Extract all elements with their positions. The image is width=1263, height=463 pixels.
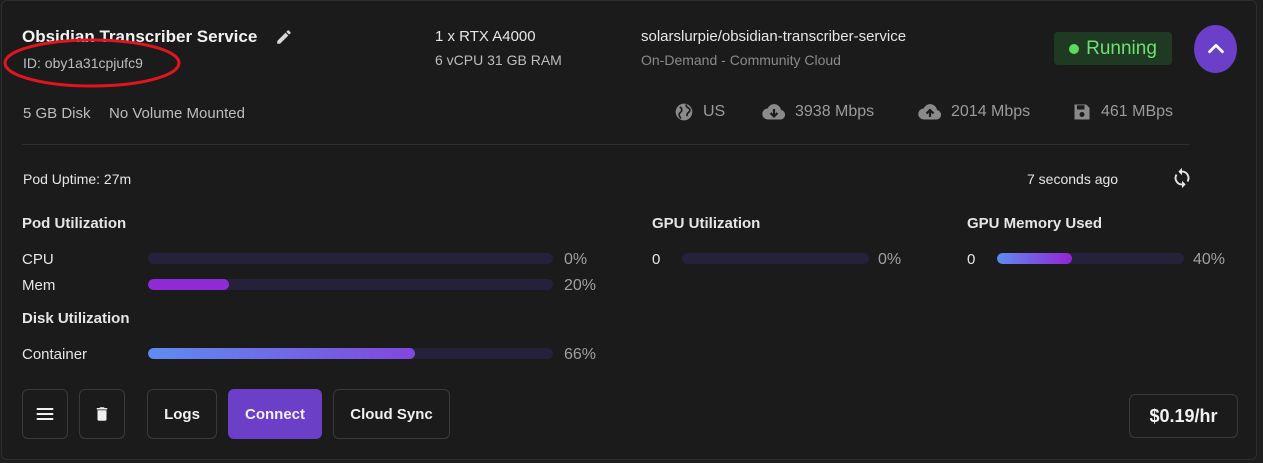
cloud-type: On-Demand - Community Cloud bbox=[641, 52, 841, 68]
pencil-icon[interactable] bbox=[275, 28, 293, 46]
cpu-label: CPU bbox=[22, 251, 54, 268]
annotation-ellipse bbox=[3, 38, 181, 88]
logs-button[interactable]: Logs bbox=[147, 389, 217, 439]
menu-icon bbox=[36, 408, 54, 420]
pod-card: Obsidian Transcriber Service ID: oby1a31… bbox=[1, 0, 1257, 460]
gpu-memory-heading: GPU Memory Used bbox=[967, 215, 1103, 232]
pod-utilization-heading: Pod Utilization bbox=[22, 215, 127, 232]
divider bbox=[22, 144, 1189, 145]
region-stat: US bbox=[674, 102, 725, 122]
upload-value: 2014 Mbps bbox=[951, 103, 1031, 120]
mem-percent: 20% bbox=[564, 277, 597, 294]
volume-status: No Volume Mounted bbox=[109, 105, 245, 122]
trash-icon bbox=[96, 407, 108, 421]
save-disk-icon bbox=[1074, 104, 1090, 120]
mem-label: Mem bbox=[22, 277, 56, 294]
cpu-bar bbox=[148, 253, 553, 264]
gpu-utilization-percent: 0% bbox=[878, 251, 902, 268]
disk-speed-value: 461 MBps bbox=[1101, 103, 1174, 120]
connect-button[interactable]: Connect bbox=[228, 389, 322, 439]
mem-bar bbox=[148, 279, 553, 290]
delete-button[interactable] bbox=[79, 389, 125, 439]
container-label: Container bbox=[22, 346, 88, 363]
disk-utilization-heading: Disk Utilization bbox=[22, 310, 130, 327]
refresh-icon[interactable] bbox=[1171, 167, 1193, 189]
container-percent: 66% bbox=[564, 346, 597, 363]
container-image: solarslurpie/obsidian-transcriber-servic… bbox=[641, 28, 907, 45]
collapse-button[interactable] bbox=[1194, 25, 1237, 73]
cloud-download-icon bbox=[762, 104, 786, 120]
gpu-utilization-heading: GPU Utilization bbox=[652, 215, 761, 232]
gpu-memory-bar-fill bbox=[997, 253, 1072, 264]
cloud-sync-button[interactable]: Cloud Sync bbox=[333, 389, 450, 439]
hourly-price: $0.19/hr bbox=[1129, 394, 1238, 438]
gpu-memory-percent: 40% bbox=[1193, 251, 1226, 268]
gpu-memory-bar bbox=[997, 253, 1184, 264]
status-text: Running bbox=[1086, 37, 1157, 59]
menu-button[interactable] bbox=[22, 389, 68, 439]
last-updated: 7 seconds ago bbox=[1027, 171, 1119, 187]
cpu-ram-spec: 6 vCPU 31 GB RAM bbox=[435, 52, 562, 68]
disk-speed-stat: 461 MBps bbox=[1072, 102, 1173, 122]
container-bar-fill bbox=[148, 348, 416, 359]
gpu-utilization-bar bbox=[682, 253, 869, 264]
container-bar bbox=[148, 348, 553, 359]
download-value: 3938 Mbps bbox=[795, 103, 875, 120]
mem-bar-fill bbox=[148, 279, 229, 290]
region-value: US bbox=[703, 103, 726, 120]
chevron-up-icon bbox=[1207, 43, 1224, 54]
gpu-memory-index: 0 bbox=[967, 251, 976, 268]
gpu-index: 0 bbox=[652, 251, 661, 268]
cloud-upload-icon bbox=[918, 104, 942, 120]
upload-stat: 2014 Mbps bbox=[918, 102, 1030, 122]
cpu-percent: 0% bbox=[564, 251, 588, 268]
status-dot bbox=[1069, 43, 1080, 54]
disk-size: 5 GB Disk bbox=[23, 105, 91, 122]
download-stat: 3938 Mbps bbox=[762, 102, 874, 122]
gpu-spec: 1 x RTX A4000 bbox=[435, 28, 536, 45]
status-badge: Running bbox=[1054, 32, 1172, 65]
pod-uptime: Pod Uptime: 27m bbox=[23, 171, 132, 187]
globe-icon bbox=[675, 103, 693, 121]
